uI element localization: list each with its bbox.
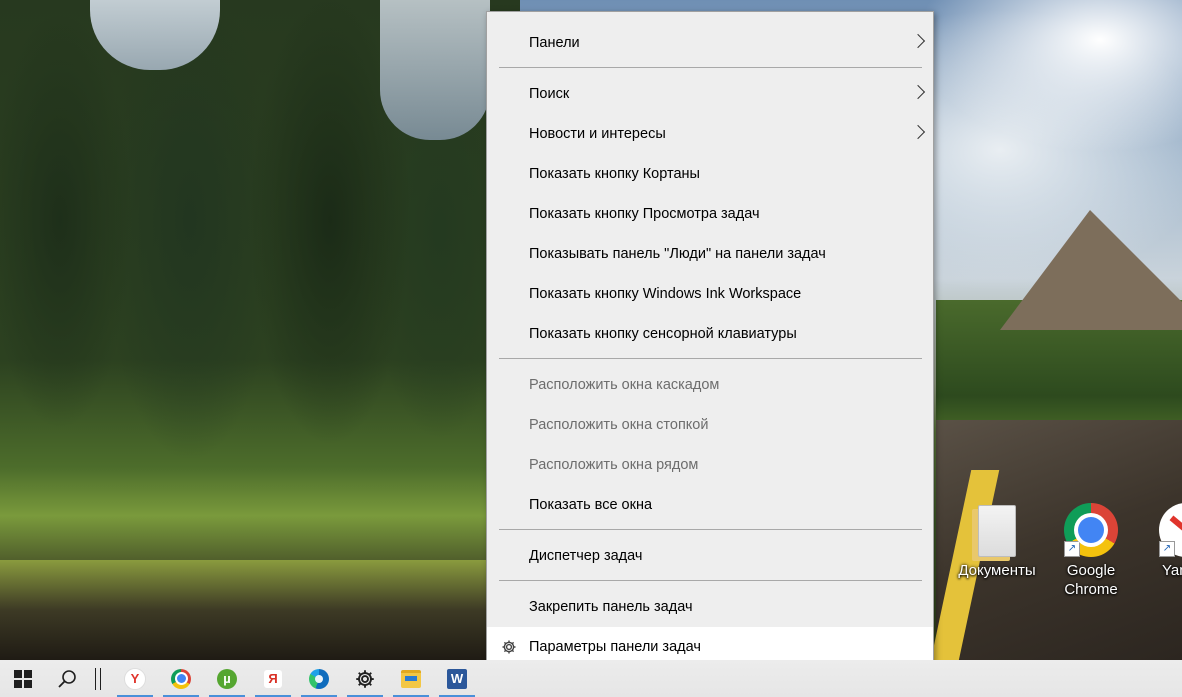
- menu-item-label: Расположить окна стопкой: [529, 417, 709, 433]
- taskbar-app-chrome[interactable]: [158, 660, 204, 697]
- menu-item-panels[interactable]: Панели: [487, 23, 933, 63]
- menu-separator: [499, 358, 922, 359]
- menu-item-label: Показать кнопку Кортаны: [529, 166, 700, 182]
- menu-item-stack-windows: Расположить окна стопкой: [487, 405, 933, 445]
- chrome-icon: ↗: [1064, 503, 1118, 557]
- shortcut-arrow-icon: ↗: [1064, 541, 1080, 557]
- menu-item-label: Показать кнопку Windows Ink Workspace: [529, 286, 802, 302]
- wallpaper-sky: [380, 0, 490, 140]
- chrome-icon: [171, 668, 191, 689]
- yandex-icon: Я: [264, 669, 282, 688]
- menu-item-label: Панели: [529, 35, 580, 51]
- taskbar-app-file-explorer[interactable]: [388, 660, 434, 697]
- menu-item-label: Параметры панели задач: [529, 639, 701, 655]
- menu-item-label: Закрепить панель задач: [529, 599, 693, 615]
- wallpaper-mountain: [1000, 210, 1182, 330]
- chevron-right-icon: [910, 33, 926, 49]
- yandex-browser-icon: ↗: [1159, 503, 1182, 557]
- taskbar: Y µ Я W: [0, 660, 1182, 697]
- desktop-icon-yandex-browser[interactable]: ↗ Yan: [1145, 503, 1182, 580]
- menu-item-label: Показать кнопку Просмотра задач: [529, 206, 760, 222]
- menu-separator: [499, 580, 922, 581]
- wallpaper-meadow: [0, 560, 490, 660]
- search-icon: [58, 669, 76, 688]
- menu-item-task-manager[interactable]: Диспетчер задач: [487, 536, 933, 576]
- edge-icon: [309, 668, 329, 689]
- taskbar-app-settings[interactable]: [342, 660, 388, 697]
- folder-icon: [978, 505, 1016, 557]
- windows-icon: [14, 669, 32, 688]
- taskbar-context-menu: Панели Поиск Новости и интересы Показать…: [486, 11, 934, 675]
- menu-item-label: Расположить окна каскадом: [529, 377, 720, 393]
- menu-item-side-by-side-windows: Расположить окна рядом: [487, 445, 933, 485]
- menu-item-label: Показать все окна: [529, 497, 653, 513]
- taskbar-app-edge[interactable]: [296, 660, 342, 697]
- desktop-icon-google-chrome[interactable]: ↗ Google Chrome: [1051, 503, 1131, 599]
- desktop-icon-documents[interactable]: Документы: [957, 505, 1037, 580]
- desktop-icon-label: Yan: [1162, 562, 1182, 579]
- start-button[interactable]: [0, 660, 46, 697]
- menu-item-label: Новости и интересы: [529, 126, 666, 142]
- chevron-right-icon: [910, 84, 926, 100]
- menu-separator: [499, 67, 922, 68]
- desktop-icon-label: Google Chrome: [1064, 562, 1118, 598]
- menu-item-show-task-view-button[interactable]: Показать кнопку Просмотра задач: [487, 194, 933, 234]
- chevron-right-icon: [910, 124, 926, 140]
- folder-icon: [401, 669, 421, 688]
- utorrent-icon: µ: [217, 668, 237, 689]
- menu-item-show-cortana-button[interactable]: Показать кнопку Кортаны: [487, 154, 933, 194]
- gear-icon: [502, 640, 516, 654]
- taskbar-app-word[interactable]: W: [434, 660, 480, 697]
- menu-item-lock-taskbar[interactable]: Закрепить панель задач: [487, 587, 933, 627]
- menu-item-label: Показывать панель "Люди" на панели задач: [529, 246, 826, 262]
- menu-item-show-people-on-taskbar[interactable]: Показывать панель "Люди" на панели задач: [487, 234, 933, 274]
- menu-item-label: Показать кнопку сенсорной клавиатуры: [529, 326, 797, 342]
- menu-item-show-windows-ink-workspace-button[interactable]: Показать кнопку Windows Ink Workspace: [487, 274, 933, 314]
- divider-icon: [95, 667, 101, 690]
- menu-item-news-and-interests[interactable]: Новости и интересы: [487, 114, 933, 154]
- desktop-icon-label: Документы: [958, 562, 1036, 579]
- gear-icon: [356, 669, 374, 688]
- taskbar-app-utorrent[interactable]: µ: [204, 660, 250, 697]
- menu-separator: [499, 529, 922, 530]
- taskbar-app-yandex[interactable]: Я: [250, 660, 296, 697]
- menu-item-show-touch-keyboard-button[interactable]: Показать кнопку сенсорной клавиатуры: [487, 314, 933, 354]
- menu-item-cascade-windows: Расположить окна каскадом: [487, 365, 933, 405]
- menu-item-label: Расположить окна рядом: [529, 457, 699, 473]
- menu-item-show-desktop-windows[interactable]: Показать все окна: [487, 485, 933, 525]
- menu-item-label: Поиск: [529, 86, 570, 102]
- menu-item-label: Диспетчер задач: [529, 548, 643, 564]
- menu-item-search[interactable]: Поиск: [487, 74, 933, 114]
- word-icon: W: [447, 668, 467, 689]
- taskbar-app-yandex-browser[interactable]: Y: [112, 660, 158, 697]
- yandex-browser-icon: Y: [124, 667, 146, 690]
- shortcut-arrow-icon: ↗: [1159, 541, 1175, 557]
